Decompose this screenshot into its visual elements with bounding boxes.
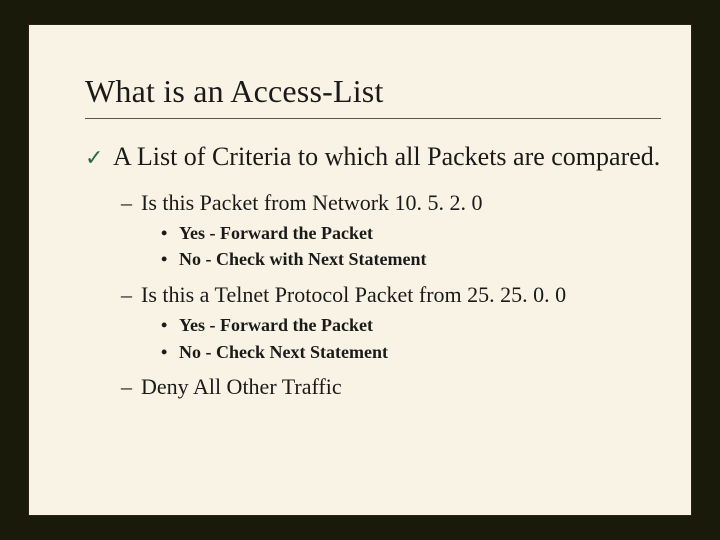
level3-text: Yes - Forward the Packet bbox=[179, 315, 373, 335]
bullet-dot-icon: • bbox=[161, 313, 167, 337]
level3-item: • Yes - Forward the Packet bbox=[85, 221, 661, 245]
level2-text: Is this Packet from Network 10. 5. 2. 0 bbox=[141, 190, 483, 215]
level2-item: – Is this Packet from Network 10. 5. 2. … bbox=[85, 188, 661, 218]
level2-text: Deny All Other Traffic bbox=[141, 374, 342, 399]
sub-block-2: – Deny All Other Traffic bbox=[85, 372, 661, 402]
slide-title: What is an Access-List bbox=[85, 73, 661, 110]
dash-icon: – bbox=[121, 280, 132, 310]
level3-item: • Yes - Forward the Packet bbox=[85, 313, 661, 337]
level3-text: No - Check with Next Statement bbox=[179, 249, 426, 269]
dash-icon: – bbox=[121, 372, 132, 402]
sub-block-0: – Is this Packet from Network 10. 5. 2. … bbox=[85, 188, 661, 272]
dash-icon: – bbox=[121, 188, 132, 218]
level2-item: – Is this a Telnet Protocol Packet from … bbox=[85, 280, 661, 310]
level3-item: • No - Check with Next Statement bbox=[85, 247, 661, 271]
sub-block-1: – Is this a Telnet Protocol Packet from … bbox=[85, 280, 661, 364]
bullet-dot-icon: • bbox=[161, 247, 167, 271]
title-rule bbox=[85, 118, 661, 119]
bullet-dot-icon: • bbox=[161, 221, 167, 245]
level1-text: A List of Criteria to which all Packets … bbox=[113, 142, 660, 171]
level1-bullet: ✓ A List of Criteria to which all Packet… bbox=[85, 141, 661, 174]
bullet-dot-icon: • bbox=[161, 340, 167, 364]
slide: What is an Access-List ✓ A List of Crite… bbox=[28, 24, 692, 516]
level3-text: Yes - Forward the Packet bbox=[179, 223, 373, 243]
level2-text: Is this a Telnet Protocol Packet from 25… bbox=[141, 282, 566, 307]
level2-item: – Deny All Other Traffic bbox=[85, 372, 661, 402]
level3-text: No - Check Next Statement bbox=[179, 342, 388, 362]
level3-item: • No - Check Next Statement bbox=[85, 340, 661, 364]
checkmark-icon: ✓ bbox=[85, 144, 103, 172]
